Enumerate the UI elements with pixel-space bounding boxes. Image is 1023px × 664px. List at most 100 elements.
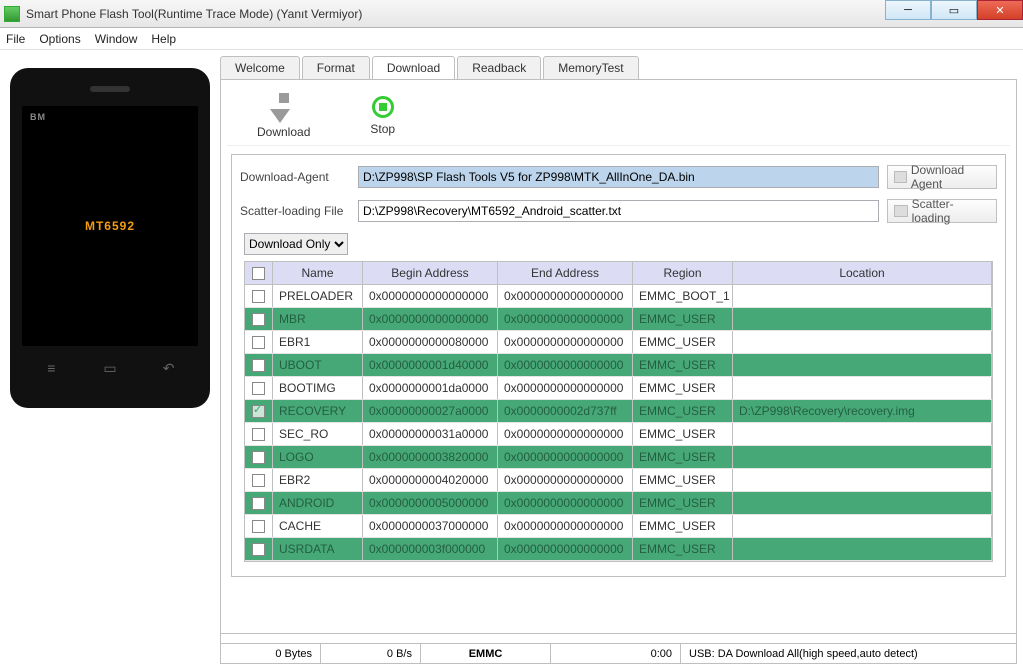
row-checkbox[interactable] <box>252 543 265 556</box>
status-bps: 0 B/s <box>321 644 421 663</box>
scatter-loading-button[interactable]: Scatter-loading <box>887 199 997 223</box>
toolbar: Download Stop <box>227 86 1010 146</box>
table-header: Name Begin Address End Address Region Lo… <box>245 262 992 285</box>
status-bytes: 0 Bytes <box>221 644 321 663</box>
table-row[interactable]: BOOTIMG0x0000000001da00000x0000000000000… <box>245 377 992 400</box>
row-checkbox[interactable] <box>252 451 265 464</box>
tab-welcome[interactable]: Welcome <box>220 56 300 80</box>
download-panel: Download Stop Download-Agent Download Ag… <box>220 79 1017 634</box>
th-end[interactable]: End Address <box>498 262 633 284</box>
back-hw-icon: ↶ <box>157 360 181 377</box>
row-checkbox[interactable] <box>252 290 265 303</box>
table-row[interactable]: UBOOT0x0000000001d400000x000000000000000… <box>245 354 992 377</box>
cell-region: EMMC_USER <box>633 446 733 468</box>
cell-region: EMMC_USER <box>633 515 733 537</box>
cell-region: EMMC_USER <box>633 469 733 491</box>
cell-name: RECOVERY <box>273 400 363 422</box>
th-region[interactable]: Region <box>633 262 733 284</box>
table-row[interactable]: USRDATA0x000000003f0000000x0000000000000… <box>245 538 992 561</box>
download-arrow-icon <box>270 93 298 121</box>
cell-begin: 0x0000000003820000 <box>363 446 498 468</box>
cell-end: 0x0000000000000000 <box>498 515 633 537</box>
cell-begin: 0x0000000000000000 <box>363 308 498 330</box>
table-row[interactable]: EBR20x00000000040200000x0000000000000000… <box>245 469 992 492</box>
table-row[interactable]: LOGO0x00000000038200000x0000000000000000… <box>245 446 992 469</box>
folder-icon <box>894 205 908 217</box>
download-tool[interactable]: Download <box>257 93 310 139</box>
tab-readback[interactable]: Readback <box>457 56 541 80</box>
cell-end: 0x0000000000000000 <box>498 331 633 353</box>
table-row[interactable]: ANDROID0x00000000050000000x0000000000000… <box>245 492 992 515</box>
th-location[interactable]: Location <box>733 262 992 284</box>
menu-options[interactable]: Options <box>39 32 80 46</box>
cell-begin: 0x0000000000080000 <box>363 331 498 353</box>
agent-box: Download-Agent Download Agent Scatter-lo… <box>231 154 1006 577</box>
download-tool-label: Download <box>257 125 310 139</box>
row-checkbox[interactable] <box>252 497 265 510</box>
download-agent-button-label: Download Agent <box>911 163 990 191</box>
row-checkbox[interactable] <box>252 382 265 395</box>
cell-region: EMMC_USER <box>633 492 733 514</box>
maximize-button[interactable]: ▭ <box>931 0 977 20</box>
speaker-icon <box>90 86 130 92</box>
row-checkbox[interactable] <box>252 474 265 487</box>
cell-end: 0x0000000000000000 <box>498 423 633 445</box>
row-checkbox[interactable] <box>252 359 265 372</box>
row-checkbox[interactable] <box>252 336 265 349</box>
table-row[interactable]: SEC_RO0x00000000031a00000x00000000000000… <box>245 423 992 446</box>
cell-name: EBR1 <box>273 331 363 353</box>
tab-download[interactable]: Download <box>372 56 455 80</box>
cell-end: 0x0000000002d737ff <box>498 400 633 422</box>
row-checkbox[interactable] <box>252 313 265 326</box>
row-checkbox[interactable] <box>252 428 265 441</box>
status-bar: 0 Bytes 0 B/s EMMC 0:00 USB: DA Download… <box>220 614 1017 664</box>
stop-tool[interactable]: Stop <box>370 96 395 136</box>
cell-location <box>733 377 992 399</box>
cell-location <box>733 469 992 491</box>
partition-table: Name Begin Address End Address Region Lo… <box>244 261 993 562</box>
download-agent-button[interactable]: Download Agent <box>887 165 997 189</box>
table-row[interactable]: RECOVERY0x00000000027a00000x0000000002d7… <box>245 400 992 423</box>
tab-memorytest[interactable]: MemoryTest <box>543 56 638 80</box>
window-title: Smart Phone Flash Tool(Runtime Trace Mod… <box>26 7 362 21</box>
folder-icon <box>894 171 907 183</box>
table-row[interactable]: EBR10x00000000000800000x0000000000000000… <box>245 331 992 354</box>
cell-location <box>733 354 992 376</box>
table-row[interactable]: MBR0x00000000000000000x0000000000000000E… <box>245 308 992 331</box>
tab-format[interactable]: Format <box>302 56 370 80</box>
cell-end: 0x0000000000000000 <box>498 285 633 307</box>
cell-location <box>733 446 992 468</box>
stop-tool-label: Stop <box>370 122 395 136</box>
table-body: PRELOADER0x00000000000000000x00000000000… <box>245 285 992 561</box>
table-row[interactable]: PRELOADER0x00000000000000000x00000000000… <box>245 285 992 308</box>
cell-begin: 0x000000003f000000 <box>363 538 498 560</box>
row-checkbox[interactable] <box>252 405 265 418</box>
cell-name: BOOTIMG <box>273 377 363 399</box>
close-button[interactable]: ✕ <box>977 0 1023 20</box>
th-name[interactable]: Name <box>273 262 363 284</box>
status-mem: EMMC <box>421 644 551 663</box>
tab-bar: Welcome Format Download Readback MemoryT… <box>220 56 1017 80</box>
menu-file[interactable]: File <box>6 32 25 46</box>
cell-begin: 0x00000000031a0000 <box>363 423 498 445</box>
menu-window[interactable]: Window <box>95 32 138 46</box>
menu-help[interactable]: Help <box>151 32 176 46</box>
da-path-input[interactable] <box>358 166 879 188</box>
scatter-path-input[interactable] <box>358 200 879 222</box>
table-row[interactable]: CACHE0x00000000370000000x000000000000000… <box>245 515 992 538</box>
check-all[interactable] <box>252 267 265 280</box>
cell-name: ANDROID <box>273 492 363 514</box>
cell-location <box>733 423 992 445</box>
cell-location <box>733 492 992 514</box>
stop-icon <box>372 96 394 118</box>
cell-name: PRELOADER <box>273 285 363 307</box>
cell-end: 0x0000000000000000 <box>498 446 633 468</box>
minimize-button[interactable]: ─ <box>885 0 931 20</box>
cell-name: UBOOT <box>273 354 363 376</box>
app-icon <box>4 6 20 22</box>
download-mode-select[interactable]: Download Only <box>244 233 348 255</box>
row-checkbox[interactable] <box>252 520 265 533</box>
cell-region: EMMC_USER <box>633 400 733 422</box>
cell-end: 0x0000000000000000 <box>498 308 633 330</box>
th-begin[interactable]: Begin Address <box>363 262 498 284</box>
